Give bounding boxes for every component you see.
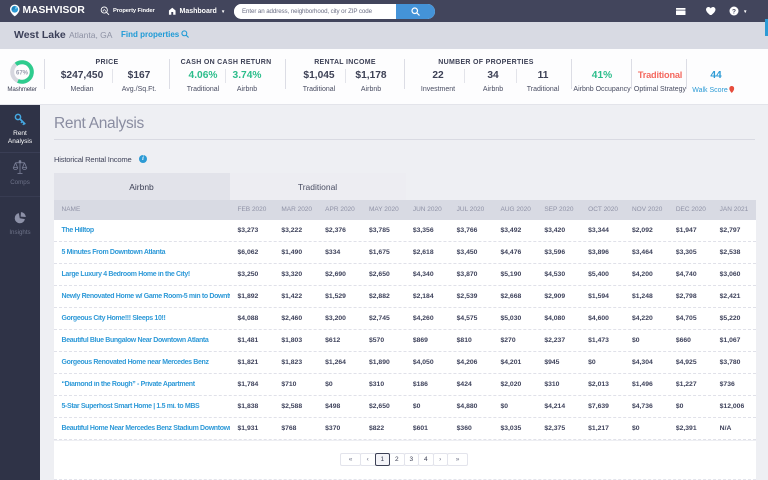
- svg-text:?: ?: [732, 8, 736, 15]
- svg-text:67%: 67%: [16, 70, 29, 76]
